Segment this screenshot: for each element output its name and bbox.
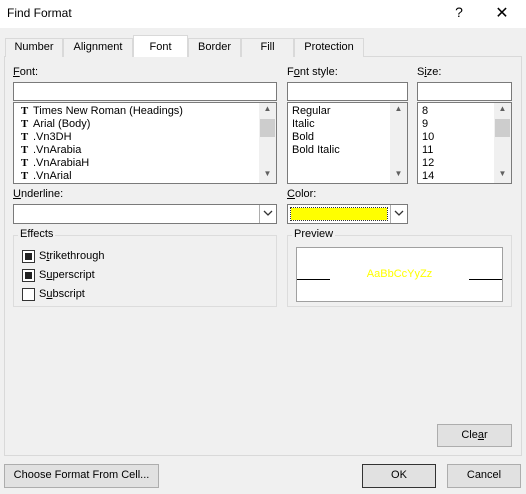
list-item[interactable]: T .VnArabia (14, 144, 276, 157)
list-item-label: Bold Italic (292, 144, 340, 156)
list-item-label: 9 (422, 118, 429, 130)
scroll-up-icon[interactable]: ▲ (390, 104, 407, 113)
choose-format-button[interactable]: Choose Format From Cell... (4, 464, 159, 488)
superscript-label: Superscript (39, 269, 95, 281)
superscript-checkbox[interactable] (22, 269, 35, 282)
list-item-label: 8 (422, 105, 429, 117)
underline-select[interactable] (13, 204, 277, 224)
underline-label: Underline: (13, 188, 64, 200)
size-scrollbar[interactable]: ▲ ▼ (494, 103, 511, 183)
font-style-input[interactable] (287, 82, 408, 101)
preview-title: Preview (292, 228, 336, 240)
color-select[interactable] (287, 204, 408, 224)
font-style-label: Font style: (287, 66, 338, 78)
color-swatch (290, 207, 388, 221)
list-item-label: Bold (292, 131, 315, 143)
font-style-scrollbar[interactable]: ▲ ▼ (390, 103, 407, 183)
list-item[interactable]: T .VnArial (14, 170, 276, 183)
strikethrough-label: Strikethrough (39, 250, 105, 262)
truetype-font-icon: T (20, 157, 29, 169)
help-button[interactable]: ? (452, 4, 466, 20)
list-item-label: 14 (422, 170, 435, 182)
tab-alignment[interactable]: Alignment (63, 38, 133, 57)
list-item-label: Arial (Body) (33, 118, 91, 130)
close-button[interactable]: ✕ (494, 3, 510, 23)
chevron-down-icon[interactable] (259, 205, 276, 223)
list-item-label: 11 (422, 144, 434, 156)
font-input[interactable] (13, 82, 277, 101)
list-item-label: Regular (292, 105, 331, 117)
preview-sample-text: AaBbCcYyZz (366, 268, 433, 280)
font-style-list[interactable]: Regular Italic Bold Bold Italic ▲ ▼ (287, 102, 408, 184)
subscript-checkbox[interactable] (22, 288, 35, 301)
list-item[interactable]: T Times New Roman (Headings) (14, 105, 276, 118)
list-item-label: .VnArial (33, 170, 72, 182)
size-label: Size: (417, 66, 442, 78)
effects-title: Effects (18, 228, 56, 240)
scroll-thumb[interactable] (260, 119, 275, 137)
list-item[interactable]: T .VnArabiaH (14, 157, 276, 170)
scroll-up-icon[interactable]: ▲ (259, 104, 276, 113)
ok-button[interactable]: OK (362, 464, 436, 488)
font-list-scrollbar[interactable]: ▲ ▼ (259, 103, 276, 183)
chevron-down-icon[interactable] (390, 205, 407, 223)
list-item-label: .VnArabiaH (33, 157, 90, 169)
size-list[interactable]: 8 9 10 11 12 14 ▲ ▼ (417, 102, 512, 184)
font-label: Font: (13, 66, 39, 78)
list-item-label: Times New Roman (Headings) (33, 105, 183, 117)
truetype-font-icon: T (20, 170, 29, 182)
list-item-label: 10 (422, 131, 435, 143)
scroll-up-icon[interactable]: ▲ (494, 104, 511, 113)
tab-number[interactable]: Number (5, 38, 63, 57)
scroll-down-icon[interactable]: ▼ (259, 169, 276, 178)
cancel-button[interactable]: Cancel (447, 464, 521, 488)
tab-font[interactable]: Font (133, 35, 188, 57)
scroll-down-icon[interactable]: ▼ (494, 169, 511, 178)
title-bar (0, 0, 526, 28)
list-item-label: 12 (422, 157, 435, 169)
scroll-thumb[interactable] (495, 119, 510, 137)
subscript-label: Subscript (39, 288, 85, 300)
tab-fill[interactable]: Fill (241, 38, 294, 57)
tab-border[interactable]: Border (188, 38, 241, 57)
list-item-label: .Vn3DH (33, 131, 72, 143)
list-item[interactable]: T Arial (Body) (14, 118, 276, 131)
size-input[interactable] (417, 82, 512, 101)
list-item[interactable]: T .Vn3DH (14, 131, 276, 144)
preview-box: AaBbCcYyZz (296, 247, 503, 302)
font-list[interactable]: T Times New Roman (Headings) T Arial (Body)… (13, 102, 277, 184)
clear-button[interactable]: Clear (437, 424, 512, 447)
strikethrough-checkbox[interactable] (22, 250, 35, 263)
list-item-label: .VnArabia (33, 144, 82, 156)
window-title: Find Format (7, 6, 72, 20)
truetype-font-icon: T (20, 144, 29, 156)
color-label: Color: (287, 188, 317, 200)
truetype-font-icon: T (20, 118, 29, 130)
list-item-label: Italic (292, 118, 315, 130)
scroll-down-icon[interactable]: ▼ (390, 169, 407, 178)
tab-protection[interactable]: Protection (294, 38, 364, 57)
truetype-font-icon: T (20, 105, 29, 117)
truetype-font-icon: T (20, 131, 29, 143)
